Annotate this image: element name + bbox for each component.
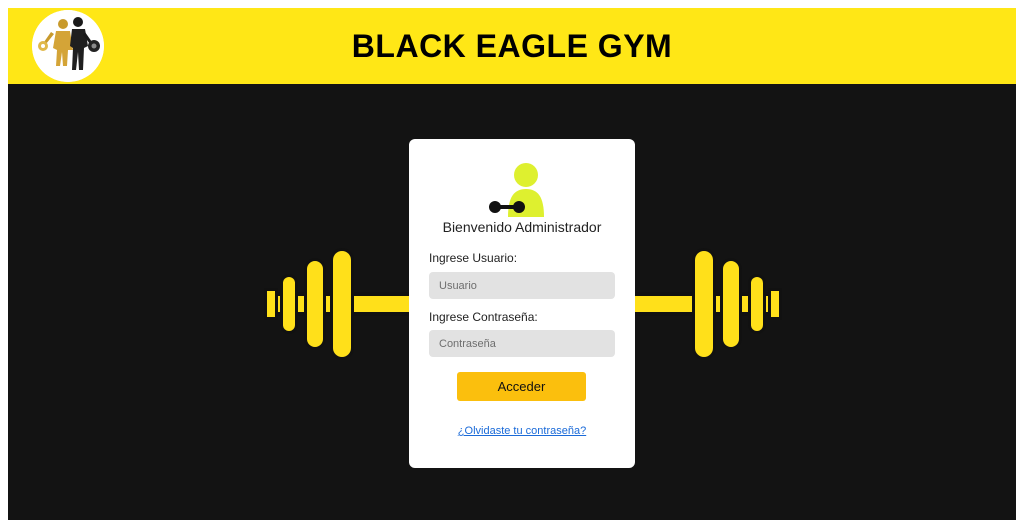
admin-user-icon: [489, 163, 544, 217]
header-bar: BLACK EAGLE GYM: [8, 8, 1016, 84]
login-button[interactable]: Acceder: [457, 372, 586, 401]
login-card: Bienvenido Administrador Ingrese Usuario…: [409, 139, 635, 468]
forgot-password-link[interactable]: ¿Olvidaste tu contraseña?: [409, 425, 635, 437]
page-title: BLACK EAGLE GYM: [351, 28, 673, 64]
username-label: Ingrese Usuario:: [429, 251, 518, 265]
password-label: Ingrese Contraseña:: [429, 310, 538, 324]
password-input[interactable]: [429, 330, 615, 357]
page-background: BLACK EAGLE GYM Bienvenido Administrador…: [8, 8, 1016, 520]
welcome-text: Bienvenido Administrador: [442, 219, 602, 235]
username-input[interactable]: [429, 272, 615, 299]
